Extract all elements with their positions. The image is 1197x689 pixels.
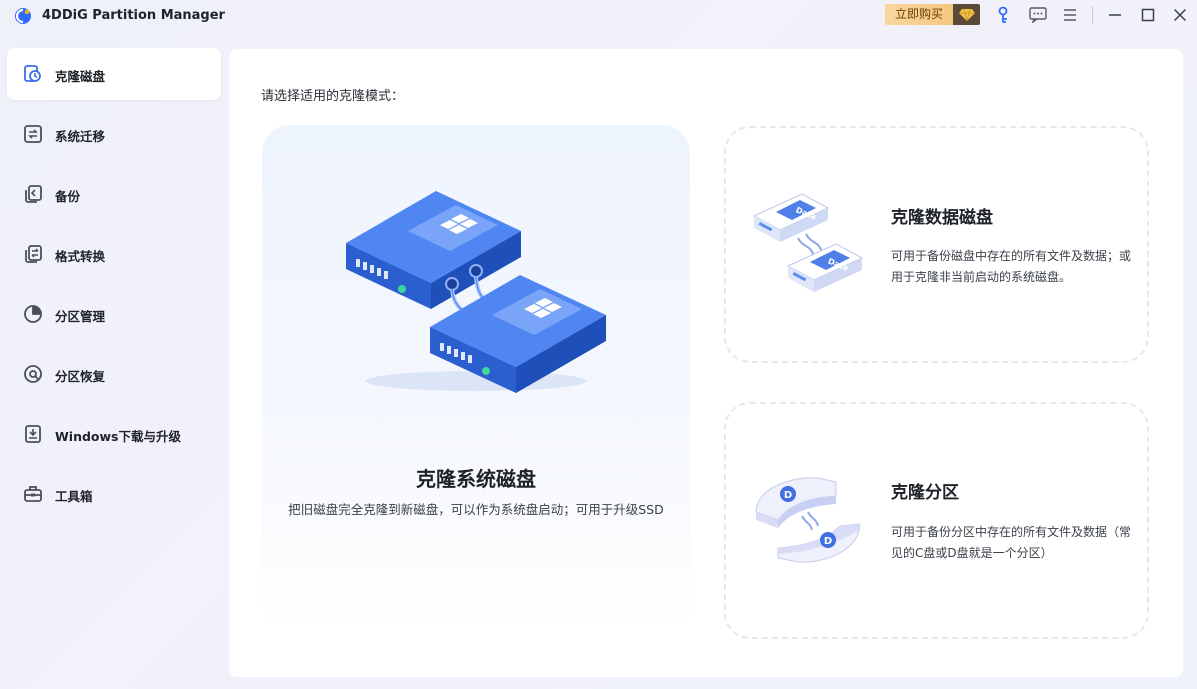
sidebar-item-partition-recover[interactable]: 分区恢复: [7, 348, 221, 400]
toolbox-icon: [24, 486, 42, 502]
sidebar-item-toolbox[interactable]: 工具箱: [7, 468, 221, 520]
maximize-icon[interactable]: [1138, 5, 1158, 25]
clone-disk-icon: [24, 65, 41, 82]
sidebar-item-label: 备份: [55, 189, 81, 204]
partition-recover-icon: [24, 365, 42, 383]
drive-letter: D: [784, 490, 792, 501]
sidebar-item-label: 分区管理: [55, 309, 106, 324]
card-title: 克隆数据磁盘: [891, 208, 993, 228]
diamond-icon: [953, 4, 980, 25]
partition-manage-icon: [24, 305, 42, 323]
sidebar-item-label: 工具箱: [55, 489, 93, 504]
system-disk-clone-illustration: [346, 191, 606, 393]
card-title: 克隆系统磁盘: [416, 467, 536, 491]
sidebar-item-windows-download[interactable]: Windows下载与升级: [7, 408, 221, 460]
format-convert-icon: [25, 245, 42, 263]
sidebar-item-partition-manage[interactable]: 分区管理: [7, 288, 221, 340]
buy-now-button[interactable]: 立即购买: [885, 4, 980, 25]
app-logo-icon: [15, 8, 31, 24]
clone-mode-prompt: 请选择适用的克隆模式：: [261, 89, 405, 104]
sidebar-item-format-convert[interactable]: 格式转换: [7, 228, 221, 280]
partition-clone-illustration: D D: [755, 477, 861, 563]
windows-download-icon: [25, 425, 41, 443]
sidebar-item-backup[interactable]: 备份: [7, 168, 221, 220]
sidebar-item-system-migrate[interactable]: 系统迁移: [7, 108, 221, 160]
buy-now-label: 立即购买: [885, 4, 953, 25]
key-icon[interactable]: [995, 5, 1015, 25]
title-bar: 4DDiG Partition Manager 立即购买: [0, 0, 1197, 32]
close-icon[interactable]: [1170, 5, 1190, 25]
sidebar-item-clone-disk[interactable]: 克隆磁盘: [7, 48, 221, 100]
app-title: 4DDiG Partition Manager: [42, 8, 225, 23]
minimize-icon[interactable]: [1105, 5, 1125, 25]
clone-partition-card[interactable]: D D 克隆分区 可用于备份分区中存在的所有文件及数据（常见的C盘或D盘就是一个…: [724, 402, 1149, 639]
sidebar: 克隆磁盘 系统迁移 备份 格式转换 分区管理 分区恢复 Windows下载与升级…: [7, 48, 221, 528]
sidebar-item-label: Windows下载与升级: [55, 429, 181, 444]
clone-data-disk-card[interactable]: Data Data 克隆数据磁盘 可用于备份磁盘中存在的所有文件及数据；或用于克…: [724, 126, 1149, 363]
card-description: 把旧磁盘完全克隆到新磁盘，可以作为系统盘启动；可用于升级SSD: [288, 502, 664, 517]
sidebar-item-label: 克隆磁盘: [55, 69, 106, 84]
system-migrate-icon: [24, 125, 42, 143]
backup-icon: [25, 185, 42, 203]
main-panel: 请选择适用的克隆模式： 克隆系统磁盘 把旧磁盘完全克隆到新磁盘，可以作为系统盘启…: [229, 49, 1183, 677]
card-title: 克隆分区: [891, 483, 959, 503]
card-description: 可用于备份分区中存在的所有文件及数据（常见的C盘或D盘就是一个分区）: [891, 525, 1132, 560]
data-disk-clone-illustration: Data Data: [752, 193, 864, 292]
sidebar-item-label: 分区恢复: [55, 369, 106, 384]
titlebar-divider: [1092, 6, 1093, 24]
menu-icon[interactable]: [1060, 5, 1080, 25]
sidebar-item-label: 系统迁移: [55, 129, 106, 144]
card-description: 可用于备份磁盘中存在的所有文件及数据；或用于克隆非当前启动的系统磁盘。: [891, 249, 1132, 284]
clone-system-disk-card[interactable]: 克隆系统磁盘 把旧磁盘完全克隆到新磁盘，可以作为系统盘启动；可用于升级SSD: [262, 125, 690, 635]
drive-letter: D: [824, 536, 832, 547]
sidebar-item-label: 格式转换: [55, 249, 106, 264]
feedback-icon[interactable]: [1028, 5, 1048, 25]
